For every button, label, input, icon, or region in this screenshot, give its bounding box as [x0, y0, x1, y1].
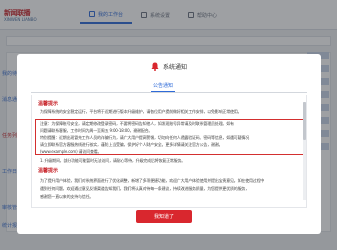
notice-paragraph: 为了提升用户体验，我们对系统界面进行了优化调整，新增了多项便捷功能，欢迎广大用户…: [40, 178, 265, 183]
section-title: 温馨提示: [38, 168, 59, 174]
modal-header: 系统通知: [17, 61, 321, 72]
scrollbar-thumb[interactable]: [303, 102, 306, 140]
notice-paragraph: 感谢您一直以来的支持与信任。: [40, 194, 94, 199]
tab-announcement[interactable]: 公告通知: [150, 82, 176, 92]
modal-tabs: 公告通知: [31, 81, 307, 93]
modal-title: 系统通知: [162, 64, 187, 71]
notice-paragraph: 遇到任何问题，欢迎通过意见反馈渠道告知我们，我们将认真对待每一条建议，持续改进服…: [40, 186, 249, 191]
notice-paragraph: 1. 升级期间，部分功能可能暂时无法访问，请耐心等待，升级完成后将恢复正常服务。: [40, 158, 186, 163]
notice-paragraph: 为保障系统的安全稳定运行，平台将于近期进行版本升级维护，请各位用户提前做好相关工…: [40, 109, 242, 114]
section-title: 温馨提示: [38, 101, 59, 107]
acknowledge-button[interactable]: 我知道了: [136, 210, 192, 223]
notice-modal: 系统通知 公告通知 温馨提示 为保障系统的安全稳定运行，平台将于近期进行版本升级…: [17, 54, 321, 234]
notice-content: 温馨提示 为保障系统的安全稳定运行，平台将于近期进行版本升级维护，请各位用户提前…: [31, 95, 307, 208]
bell-icon: [151, 62, 159, 71]
content-scrollbar[interactable]: [303, 102, 306, 200]
notice-line: (www.example.com) 请访问查看。: [40, 149, 102, 154]
